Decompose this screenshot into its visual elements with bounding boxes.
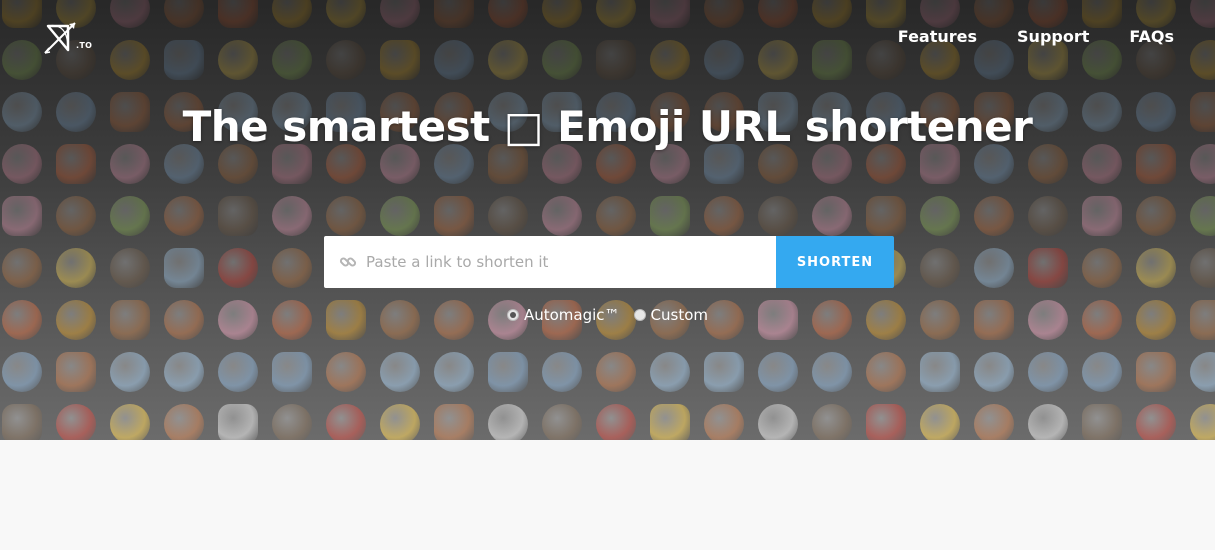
url-input-wrapper [324,236,776,288]
hero-overlay [0,0,1215,440]
option-custom-label: Custom [650,306,709,324]
logo-domain-text: .TO [76,41,93,50]
top-nav: Features Support FAQs [898,27,1174,46]
option-automagic[interactable]: Automagic™ [506,306,620,324]
shorten-button[interactable]: SHORTEN [776,236,894,288]
url-input[interactable] [324,236,776,288]
radio-icon[interactable] [506,309,519,321]
radio-icon[interactable] [633,309,646,321]
link-icon [339,257,357,267]
nav-faqs-link[interactable]: FAQs [1129,27,1174,46]
shorten-form: SHORTEN [324,236,894,288]
page-title: The smartest □ Emoji URL shortener [182,102,1033,151]
option-automagic-label: Automagic™ [523,306,620,324]
option-custom[interactable]: Custom [633,306,709,324]
site-logo[interactable] [42,20,92,56]
mode-options: Automagic™ Custom [0,306,1215,324]
nav-support-link[interactable]: Support [1017,27,1089,46]
hero-section: .TO Features Support FAQs The smartest □… [0,0,1215,440]
bow-and-arrow-logo-icon [44,22,76,54]
nav-features-link[interactable]: Features [898,27,977,46]
